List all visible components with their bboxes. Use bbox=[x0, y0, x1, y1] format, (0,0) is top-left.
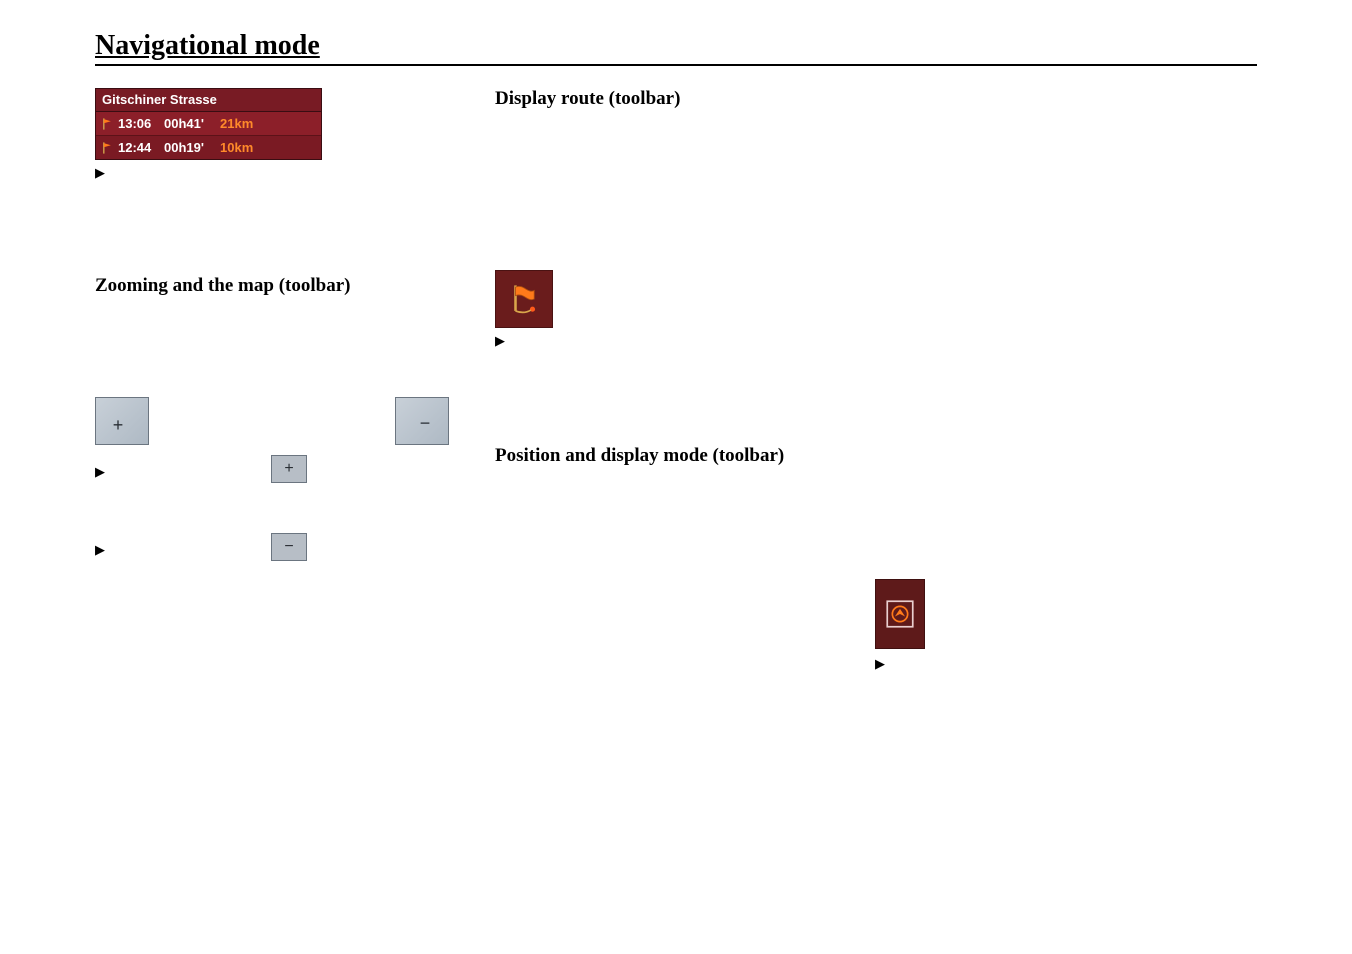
route-duration: 00h41' bbox=[164, 116, 220, 131]
bullet-arrow-icon: ▶ bbox=[95, 543, 105, 556]
bullet-arrow-icon: ▶ bbox=[95, 166, 475, 179]
bullet-arrow-icon: ▶ bbox=[875, 657, 935, 670]
route-flag-icon bbox=[507, 282, 541, 316]
route-flag-icon bbox=[100, 116, 116, 132]
zoom-in-button[interactable]: + bbox=[271, 455, 307, 483]
route-arrival-time: 12:44 bbox=[118, 140, 164, 155]
page-title: Navigational mode bbox=[95, 30, 1257, 66]
section-heading-position: Position and display mode (toolbar) bbox=[495, 445, 1215, 467]
display-route-button[interactable] bbox=[495, 270, 553, 328]
route-info-panel: Gitschiner Strasse 13:06 00h41' 21km 12:… bbox=[95, 88, 322, 160]
zoom-out-icon[interactable] bbox=[395, 397, 449, 445]
zoom-out-button[interactable]: − bbox=[271, 533, 307, 561]
position-mode-button[interactable] bbox=[875, 579, 925, 649]
route-duration: 00h19' bbox=[164, 140, 220, 155]
route-row: 13:06 00h41' 21km bbox=[96, 112, 321, 136]
zoom-in-icon[interactable] bbox=[95, 397, 149, 445]
bullet-arrow-icon: ▶ bbox=[95, 465, 105, 478]
section-heading-display-route: Display route (toolbar) bbox=[495, 88, 1215, 110]
route-street-name: Gitschiner Strasse bbox=[96, 89, 321, 112]
route-flag-icon bbox=[100, 140, 116, 156]
route-row: 12:44 00h19' 10km bbox=[96, 136, 321, 159]
position-target-icon bbox=[883, 597, 917, 631]
route-distance: 21km bbox=[220, 116, 266, 131]
bullet-arrow-icon: ▶ bbox=[495, 334, 1215, 347]
section-heading-zoom: Zooming and the map (toolbar) bbox=[95, 275, 475, 297]
route-arrival-time: 13:06 bbox=[118, 116, 164, 131]
route-distance: 10km bbox=[220, 140, 266, 155]
